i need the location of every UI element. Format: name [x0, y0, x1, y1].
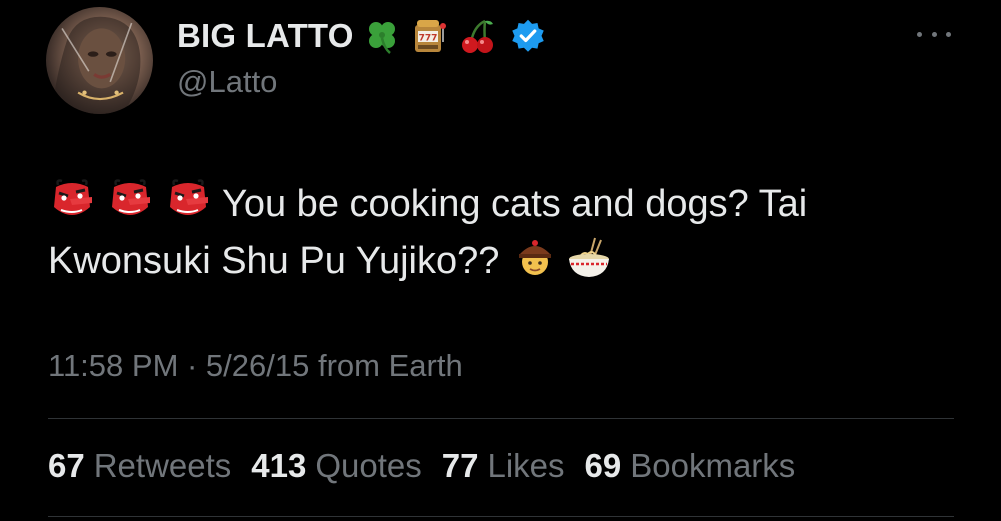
stat-label: Retweets	[93, 447, 232, 484]
four-leaf-clover-icon	[362, 16, 402, 56]
tweet-text: You be cooking cats and dogs? Tai Kwonsu…	[48, 176, 948, 290]
cherries-icon	[458, 16, 498, 56]
stat-count: 67	[48, 447, 85, 484]
tweet-body-text: You be cooking cats and dogs? Tai Kwonsu…	[48, 183, 808, 282]
engagement-stats: 67 Retweets 413 Quotes 77 Likes 69 Bookmarks	[48, 447, 795, 485]
stat-quotes[interactable]: 413 Quotes	[251, 447, 421, 485]
more-dot	[946, 31, 951, 37]
divider	[48, 516, 954, 517]
stat-label: Likes	[487, 447, 565, 484]
avatar[interactable]	[46, 7, 153, 114]
author-display-name[interactable]: BIG LATTO	[177, 17, 354, 55]
more-dot	[931, 31, 937, 37]
more-dot	[917, 31, 922, 37]
tengu-mask-icon	[106, 177, 154, 225]
verified-badge-icon[interactable]	[510, 18, 546, 54]
stat-retweets[interactable]: 67 Retweets	[48, 447, 231, 485]
divider	[48, 418, 954, 419]
stat-count: 77	[441, 447, 479, 484]
author-name-row: BIG LATTO 777	[177, 14, 546, 58]
bowl-of-noodles-icon	[565, 234, 613, 282]
author-handle[interactable]: @Latto	[177, 64, 277, 100]
stat-bookmarks[interactable]: 69 Bookmarks	[585, 447, 796, 485]
tweet-timestamp[interactable]: 11:58 PM · 5/26/15 from Earth	[48, 348, 463, 384]
stat-count: 413	[251, 447, 307, 484]
svg-text:777: 777	[418, 34, 437, 44]
man-with-chinese-cap-icon	[511, 234, 559, 282]
tengu-mask-icon	[48, 177, 96, 225]
slot-machine-icon: 777	[410, 16, 450, 56]
avatar-photo	[51, 16, 148, 114]
stat-label: Quotes	[315, 447, 422, 484]
stat-count: 69	[584, 447, 622, 484]
tengu-mask-icon	[164, 177, 212, 225]
stat-likes[interactable]: 77 Likes	[442, 447, 565, 485]
stat-label: Bookmarks	[630, 447, 796, 484]
more-options-icon[interactable]	[917, 22, 951, 46]
